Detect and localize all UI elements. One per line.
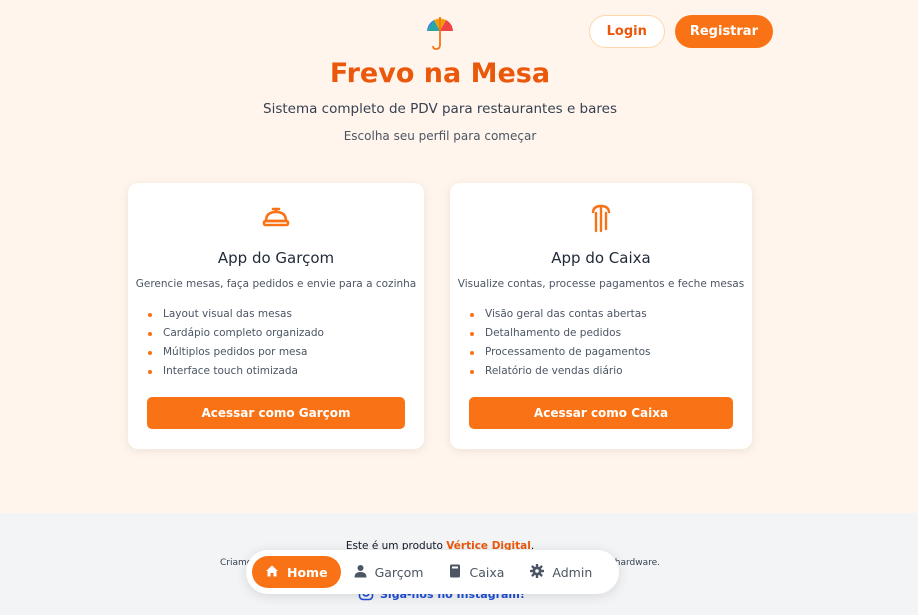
feature-list: Layout visual das mesas Cardápio complet… [147,305,324,381]
nav-item-garcom[interactable]: Garçom [341,556,437,588]
home-icon [265,564,279,581]
feature-item: Layout visual das mesas [147,305,324,324]
card-description: Gerencie mesas, faça pedidos e envie par… [135,278,417,290]
footer-created-right: hardware. [614,558,660,568]
feature-item: Processamento de pagamentos [469,343,651,362]
nav-label: Admin [552,564,593,580]
feature-item: Detalhamento de pedidos [469,324,651,343]
nav-label: Caixa [469,564,505,580]
feature-item: Cardápio completo organizado [147,324,324,343]
nav-label: Home [287,564,328,580]
user-icon [354,564,367,581]
feature-item: Visão geral das contas abertas [469,305,651,324]
access-waiter-button[interactable]: Acessar como Garçom [147,397,405,429]
feature-item: Múltiplos pedidos por mesa [147,343,324,362]
profile-prompt: Escolha seu perfil para começar [343,129,537,143]
bottom-nav: Home Garçom Caixa Admin [246,550,619,594]
nav-item-caixa[interactable]: Caixa [436,556,517,588]
nav-item-home[interactable]: Home [252,556,341,588]
access-cashier-button[interactable]: Acessar como Caixa [469,397,733,429]
umbrella-icon [450,203,752,235]
card-description: Visualize contas, processe pagamentos e … [457,278,745,290]
frevo-umbrella-logo [425,15,455,51]
waiter-app-card: App do Garçom Gerencie mesas, faça pedid… [128,183,424,449]
auth-buttons: Login Registrar [588,15,773,48]
book-icon [449,564,461,581]
page-subtitle: Sistema completo de PDV para restaurante… [263,101,617,117]
page-title: Frevo na Mesa [329,58,551,89]
cashier-app-card: App do Caixa Visualize contas, processe … [450,183,752,449]
cloche-icon [128,203,424,227]
nav-label: Garçom [374,564,424,580]
register-button[interactable]: Registrar [674,15,773,48]
card-title: App do Caixa [551,249,651,267]
feature-item: Relatório de vendas diário [469,362,651,381]
gear-icon [530,563,545,581]
nav-item-admin[interactable]: Admin [517,556,605,588]
feature-list: Visão geral das contas abertas Detalhame… [469,305,651,381]
login-button[interactable]: Login [588,15,665,48]
feature-item: Interface touch otimizada [147,362,324,381]
card-title: App do Garçom [217,249,335,267]
